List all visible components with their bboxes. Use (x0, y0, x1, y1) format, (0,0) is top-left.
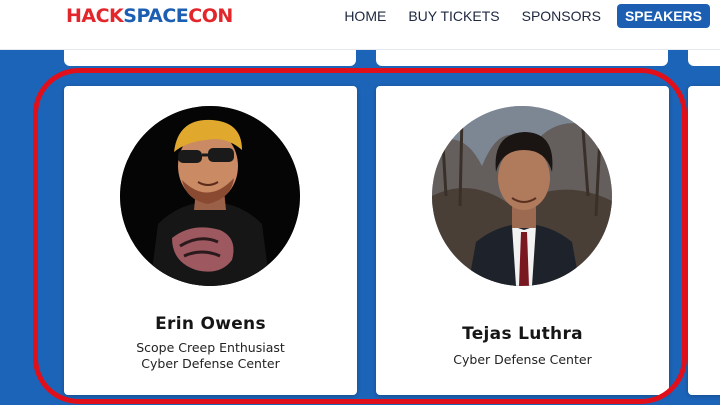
speaker-role: Scope Creep Enthusiast (136, 340, 285, 355)
speaker-organization: Cyber Defense Center (453, 352, 592, 367)
speaker-photo (120, 106, 300, 286)
speaker-card-erin-owens[interactable]: Erin Owens Scope Creep Enthusiast Cyber … (64, 86, 357, 395)
logo-part-hack: HACK (66, 5, 124, 27)
speaker-name: Tejas Luthra (462, 324, 583, 344)
logo-part-con: CON (188, 5, 233, 27)
speaker-card-tejas-luthra[interactable]: Tejas Luthra Cyber Defense Center (376, 86, 669, 395)
site-logo[interactable]: HACKSPACECON (66, 5, 233, 27)
speaker-card-partial[interactable] (688, 86, 720, 395)
nav-home[interactable]: HOME (344, 4, 386, 28)
nav-buy-tickets[interactable]: BUY TICKETS (408, 4, 499, 28)
site-header: HACKSPACECON HOME BUY TICKETS SPONSORS S… (0, 0, 720, 50)
speaker-photo (432, 106, 612, 286)
speaker-organization: Cyber Defense Center (141, 356, 280, 371)
speaker-name: Erin Owens (155, 314, 266, 334)
main-nav: HOME BUY TICKETS SPONSORS SPEAKERS (322, 4, 710, 28)
logo-part-space: SPACE (123, 5, 189, 27)
nav-speakers[interactable]: SPEAKERS (616, 4, 710, 28)
nav-sponsors[interactable]: SPONSORS (522, 4, 601, 28)
